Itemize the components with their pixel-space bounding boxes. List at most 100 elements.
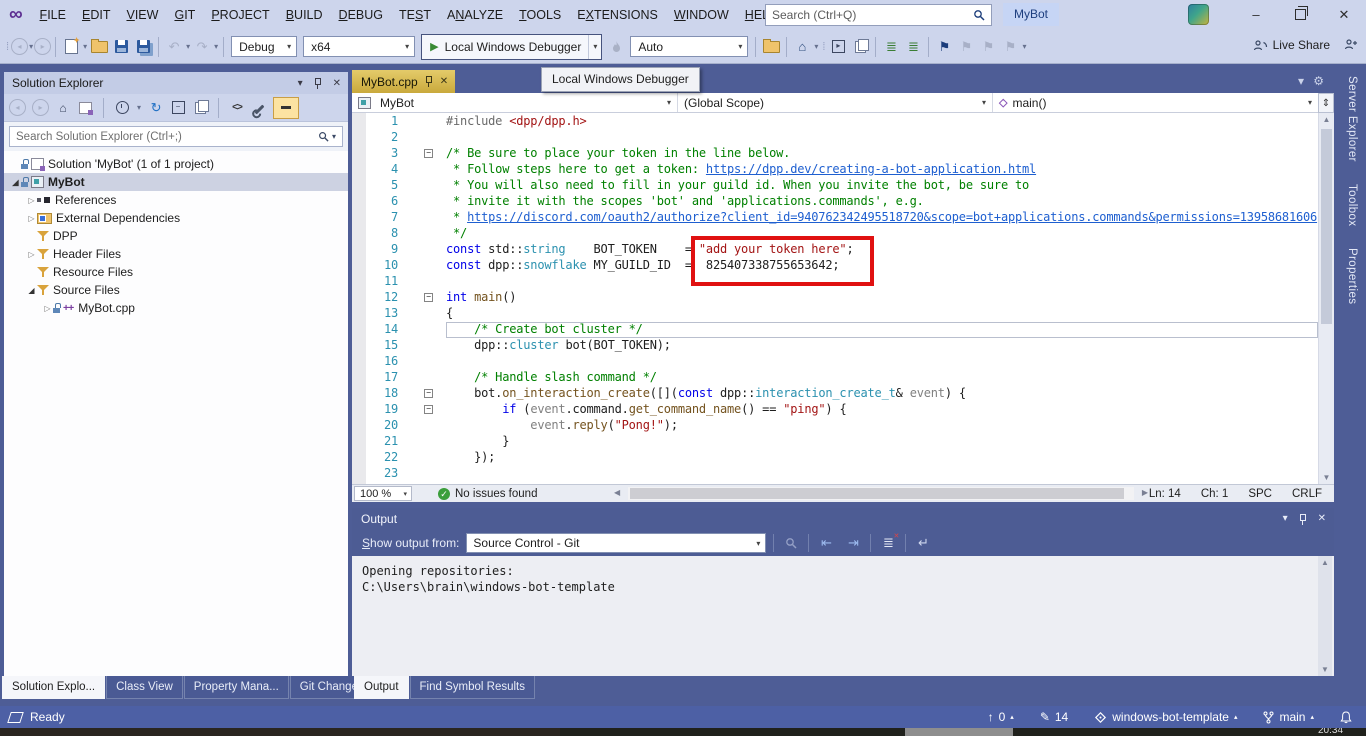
tab-output[interactable]: Output [354, 676, 409, 699]
output-vertical-scrollbar[interactable]: ▲ ▼ [1318, 556, 1332, 676]
sync-with-active-document-button[interactable]: ↻ [148, 99, 164, 117]
home-button[interactable]: ⌂ [793, 37, 811, 57]
tab-solution-explo[interactable]: Solution Explo... [2, 676, 105, 699]
side-tab-server-explorer[interactable]: Server Explorer [1346, 76, 1358, 162]
tree-collapsed-icon[interactable]: ▷ [26, 196, 37, 205]
code-line-6[interactable]: 6 * invite it with the scopes 'bot' and … [352, 194, 1318, 210]
fold-toggle-icon[interactable]: − [424, 149, 433, 158]
save-all-button[interactable] [134, 37, 152, 57]
tree-expanded-icon[interactable]: ◢ [10, 178, 21, 187]
code-line-12[interactable]: 12−int main() [352, 290, 1318, 306]
window-position-icon[interactable]: ▾ [1283, 508, 1288, 530]
previous-bookmark-button[interactable]: ⚑ [957, 37, 975, 57]
close-icon[interactable]: ✕ [1318, 508, 1326, 530]
menu-debug[interactable]: DEBUG [331, 0, 391, 30]
tree-item-mybot-cpp[interactable]: ▷++MyBot.cpp [4, 299, 348, 317]
new-project-caret-icon[interactable]: ▾ [83, 42, 87, 51]
zoom-dropdown[interactable]: 100 % ▾ [354, 486, 412, 501]
outdent-button[interactable]: ≣ [882, 37, 900, 57]
platform-dropdown[interactable]: x64 ▾ [303, 36, 415, 57]
start-debugging-caret-icon[interactable]: ▾ [588, 35, 601, 59]
navigate-forward-button[interactable]: ▸ [34, 38, 51, 55]
scroll-up-icon[interactable]: ▲ [1318, 558, 1332, 567]
document-well-gear-icon[interactable]: ⚙ [1313, 74, 1324, 88]
side-tab-toolbox[interactable]: Toolbox [1346, 184, 1358, 226]
fold-toggle-icon[interactable]: − [424, 293, 433, 302]
switch-views-button[interactable] [77, 99, 93, 117]
editor-horizontal-scrollbar[interactable]: ◀ ▶ [614, 487, 1148, 500]
minimize-button[interactable]: – [1234, 0, 1278, 30]
code-line-17[interactable]: 17 /* Handle slash command */ [352, 370, 1318, 386]
undo-button[interactable]: ↶ [165, 37, 183, 57]
issues-indicator[interactable]: ✓ No issues found [438, 485, 537, 502]
menu-build[interactable]: BUILD [278, 0, 331, 30]
watch-mode-dropdown[interactable]: Auto ▾ [630, 36, 748, 57]
hot-reload-icon[interactable] [607, 37, 625, 57]
select-element-button[interactable]: ▸ [829, 37, 847, 57]
scope-dropdown[interactable]: (Global Scope) ▾ [678, 93, 993, 112]
navigate-back-button[interactable]: ◂ [11, 38, 28, 55]
notifications-button[interactable] [1340, 711, 1352, 724]
redo-caret-icon[interactable]: ▾ [214, 42, 218, 51]
tree-item-solution-mybot-1-of-1-project[interactable]: Solution 'MyBot' (1 of 1 project) [4, 155, 348, 173]
member-dropdown[interactable]: ◇ main() ▾ [993, 93, 1318, 112]
show-all-files-button[interactable] [192, 99, 208, 117]
scroll-down-icon[interactable]: ▼ [1318, 665, 1332, 674]
next-message-button[interactable]: ⇥ [843, 533, 863, 553]
code-line-21[interactable]: 21 } [352, 434, 1318, 450]
toolbar-grip[interactable]: ⁞ [6, 41, 8, 53]
document-well-caret-icon[interactable]: ▾ [1298, 74, 1304, 88]
new-project-button[interactable] [62, 37, 80, 57]
pin-icon[interactable] [314, 78, 322, 89]
open-file-button[interactable] [90, 37, 108, 57]
menu-project[interactable]: PROJECT [203, 0, 277, 30]
window-position-icon[interactable]: ▾ [298, 78, 303, 89]
tree-item-references[interactable]: ▷References [4, 191, 348, 209]
clear-all-button[interactable]: ≣ [878, 533, 898, 553]
spaces-indicator[interactable]: SPC [1248, 488, 1272, 500]
code-line-3[interactable]: 3−/* Be sure to place your token in the … [352, 146, 1318, 162]
word-wrap-button[interactable]: ↵ [913, 533, 933, 553]
branch-picker[interactable]: main ▴ [1263, 710, 1314, 724]
bookmark-button[interactable]: ⚑ [935, 37, 953, 57]
repository-picker[interactable]: windows-bot-template ▴ [1094, 710, 1237, 724]
code-line-2[interactable]: 2 [352, 130, 1318, 146]
tree-collapsed-icon[interactable]: ▷ [26, 250, 37, 259]
push-commits-button[interactable]: ↑ 0 ▴ [988, 710, 1014, 724]
view-code-button[interactable]: <> [229, 99, 245, 117]
close-tab-icon[interactable]: ✕ [440, 76, 448, 87]
scroll-down-icon[interactable]: ▼ [1319, 473, 1334, 482]
account-button[interactable]: MyBot [1003, 3, 1059, 26]
code-line-16[interactable]: 16 [352, 354, 1318, 370]
redo-button[interactable]: ↷ [193, 37, 211, 57]
code-line-1[interactable]: 1#include <dpp/dpp.h> [352, 114, 1318, 130]
menu-git[interactable]: GIT [166, 0, 203, 30]
clear-bookmarks-button[interactable]: ⚑ [1001, 37, 1019, 57]
menu-view[interactable]: VIEW [118, 0, 166, 30]
menu-edit[interactable]: EDIT [74, 0, 119, 30]
home-icon[interactable]: ⌂ [55, 99, 71, 117]
find-message-button[interactable] [781, 533, 801, 553]
undo-caret-icon[interactable]: ▾ [186, 42, 190, 51]
scroll-up-icon[interactable]: ▲ [1319, 115, 1334, 124]
tab-property-mana[interactable]: Property Mana... [184, 676, 289, 699]
code-line-18[interactable]: 18− bot.on_interaction_create([](const d… [352, 386, 1318, 402]
indent-button[interactable]: ≣ [904, 37, 922, 57]
output-source-dropdown[interactable]: Source Control - Git ▾ [466, 533, 766, 553]
menu-extensions[interactable]: EXTENSIONS [569, 0, 666, 30]
tree-collapsed-icon[interactable]: ▷ [42, 304, 53, 313]
code-line-20[interactable]: 20 event.reply("Pong!"); [352, 418, 1318, 434]
close-icon[interactable]: ✕ [333, 78, 341, 89]
preview-selected-items-toggle[interactable] [273, 97, 299, 119]
code-line-4[interactable]: 4 * Follow steps here to get a token: ht… [352, 162, 1318, 178]
live-share-button[interactable]: Live Share [1253, 38, 1330, 52]
tree-item-resource-files[interactable]: Resource Files [4, 263, 348, 281]
code-line-23[interactable]: 23 [352, 466, 1318, 482]
menu-window[interactable]: WINDOW [666, 0, 737, 30]
code-line-14[interactable]: 14 /* Create bot cluster */ [352, 322, 1318, 338]
navigate-back-caret-icon[interactable]: ▾ [29, 42, 33, 51]
split-editor-handle[interactable]: ⇕ [1318, 93, 1334, 113]
toolbar-overflow-icon[interactable]: ▾ [1022, 42, 1026, 51]
close-button[interactable]: ✕ [1322, 0, 1366, 30]
restore-button[interactable] [1278, 0, 1322, 30]
